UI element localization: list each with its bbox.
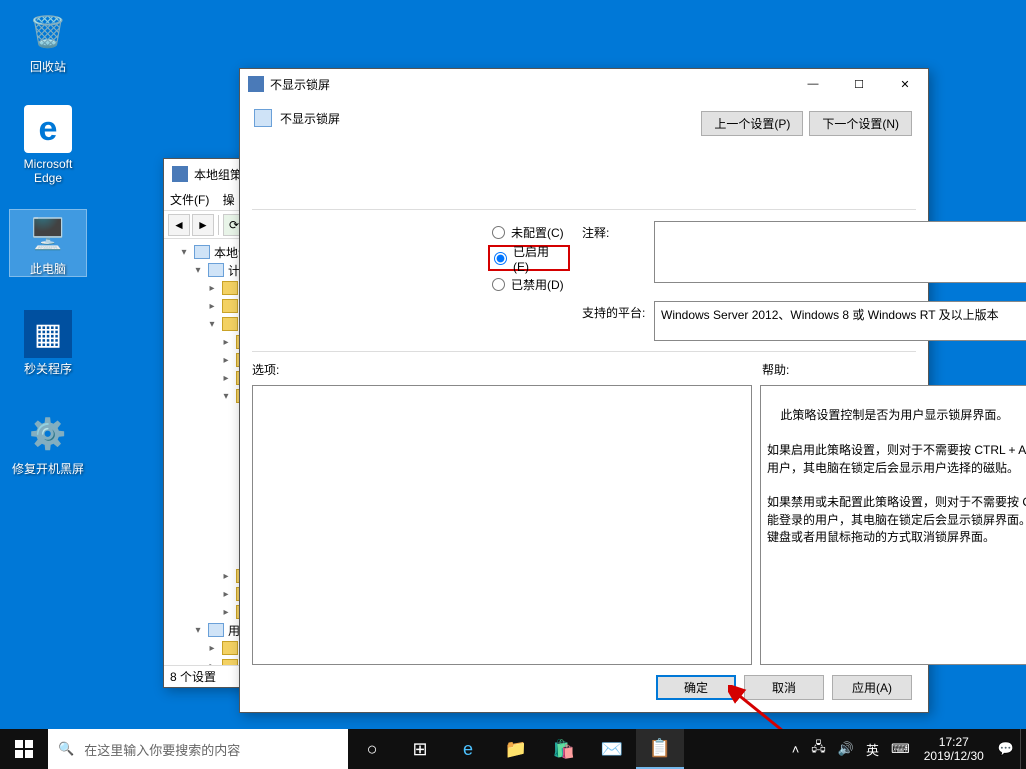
icon-label: 此电脑: [10, 262, 86, 276]
state-radio-group: 未配置(C) 已启用(E) 已禁用(D): [488, 219, 570, 297]
close-button[interactable]: ✕: [882, 69, 928, 99]
folder-icon: [222, 317, 238, 331]
comment-label: 注释:: [582, 224, 609, 241]
taskbar-gpedit[interactable]: 📋: [636, 729, 684, 769]
help-label: 帮助:: [762, 361, 789, 378]
taskbar: 🔍 在这里输入你要搜索的内容 ○ ⊞ e 📁 🛍️ ✉️ 📋 ˄ 🖧 🔊 英 ⌨…: [0, 729, 1026, 769]
search-icon: 🔍: [58, 741, 74, 757]
desktop-icon-this-pc[interactable]: 🖥️ 此电脑: [10, 210, 86, 276]
windows-icon: [15, 740, 33, 758]
next-setting-button[interactable]: 下一个设置(N): [809, 111, 912, 136]
folder-icon: [222, 641, 238, 655]
icon-label: 修复开机黑屏: [10, 462, 86, 476]
comment-textarea[interactable]: ▲▼: [654, 221, 1026, 283]
start-button[interactable]: [0, 729, 48, 769]
options-box[interactable]: [252, 385, 752, 665]
options-label: 选项:: [252, 361, 279, 378]
taskbar-store[interactable]: 🛍️: [540, 729, 588, 769]
policy-icon: [248, 76, 264, 92]
ime-language[interactable]: 英: [860, 729, 885, 769]
policy-dialog: 不显示锁屏 — ☐ ✕ 不显示锁屏 上一个设置(P) 下一个设置(N) 未配置(…: [239, 68, 929, 713]
clock-date: 2019/12/30: [924, 749, 984, 763]
cancel-button[interactable]: 取消: [744, 675, 824, 700]
folder-icon: [208, 263, 224, 277]
taskbar-explorer[interactable]: 📁: [492, 729, 540, 769]
menu-action[interactable]: 操: [223, 193, 235, 207]
computer-icon: [194, 245, 210, 259]
policy-icon: [254, 109, 272, 127]
desktop-icon-repair-tool[interactable]: ⚙️ 修复开机黑屏: [10, 410, 86, 476]
tray-chevron[interactable]: ˄: [786, 729, 806, 769]
ok-button[interactable]: 确定: [656, 675, 736, 700]
menu-file[interactable]: 文件(F): [170, 193, 209, 207]
supported-box: Windows Server 2012、Windows 8 或 Windows …: [654, 301, 1026, 341]
icon-label: 秒关程序: [10, 362, 86, 376]
tray-volume-icon[interactable]: 🔊: [832, 729, 860, 769]
window-title: 不显示锁屏: [270, 76, 790, 93]
folder-icon: [222, 299, 238, 313]
ime-mode-icon[interactable]: ⌨: [885, 729, 916, 769]
folder-icon: [222, 659, 238, 665]
taskbar-mail[interactable]: ✉️: [588, 729, 636, 769]
desktop-icon-shutdown-tool[interactable]: ▦ 秒关程序: [10, 310, 86, 376]
radio-disabled[interactable]: 已禁用(D): [488, 271, 570, 297]
action-center-icon[interactable]: 💬: [992, 729, 1020, 769]
titlebar[interactable]: 不显示锁屏 — ☐ ✕: [240, 69, 928, 99]
forward-button[interactable]: ►: [192, 214, 214, 236]
computer-icon: 🖥️: [24, 210, 72, 258]
maximize-button[interactable]: ☐: [836, 69, 882, 99]
system-tray: ˄ 🖧 🔊 英 ⌨ 17:27 2019/12/30 💬: [786, 729, 1026, 769]
policy-heading: 不显示锁屏: [280, 110, 340, 127]
minimize-button[interactable]: —: [790, 69, 836, 99]
folder-icon: [222, 281, 238, 295]
gear-icon: ⚙️: [24, 410, 72, 458]
tray-network-icon[interactable]: 🖧: [805, 729, 832, 769]
radio-enabled[interactable]: 已启用(E): [488, 245, 570, 271]
desktop-icon-edge[interactable]: e Microsoft Edge: [10, 105, 86, 185]
show-desktop-button[interactable]: [1020, 729, 1026, 769]
search-box[interactable]: 🔍 在这里输入你要搜索的内容: [48, 729, 348, 769]
taskbar-edge[interactable]: e: [444, 729, 492, 769]
task-view-button[interactable]: ⊞: [396, 729, 444, 769]
edge-icon: e: [24, 105, 72, 153]
supported-label: 支持的平台:: [582, 304, 645, 321]
desktop-icon-recycle-bin[interactable]: 🗑️ 回收站: [10, 8, 86, 74]
cortana-button[interactable]: ○: [348, 729, 396, 769]
icon-label: Microsoft Edge: [10, 157, 86, 185]
clock-time: 17:27: [924, 735, 984, 749]
icon-label: 回收站: [10, 60, 86, 74]
folder-icon: [208, 623, 224, 637]
recycle-bin-icon: 🗑️: [24, 8, 72, 56]
radio-not-configured[interactable]: 未配置(C): [488, 219, 570, 245]
app-icon: [172, 166, 188, 182]
clock[interactable]: 17:27 2019/12/30: [916, 735, 992, 763]
help-box: 此策略设置控制是否为用户显示锁屏界面。 如果启用此策略设置，则对于不需要按 CT…: [760, 385, 1026, 665]
prev-setting-button[interactable]: 上一个设置(P): [701, 111, 803, 136]
back-button[interactable]: ◄: [168, 214, 190, 236]
apply-button[interactable]: 应用(A): [832, 675, 912, 700]
search-placeholder: 在这里输入你要搜索的内容: [84, 740, 240, 759]
app-icon: ▦: [24, 310, 72, 358]
